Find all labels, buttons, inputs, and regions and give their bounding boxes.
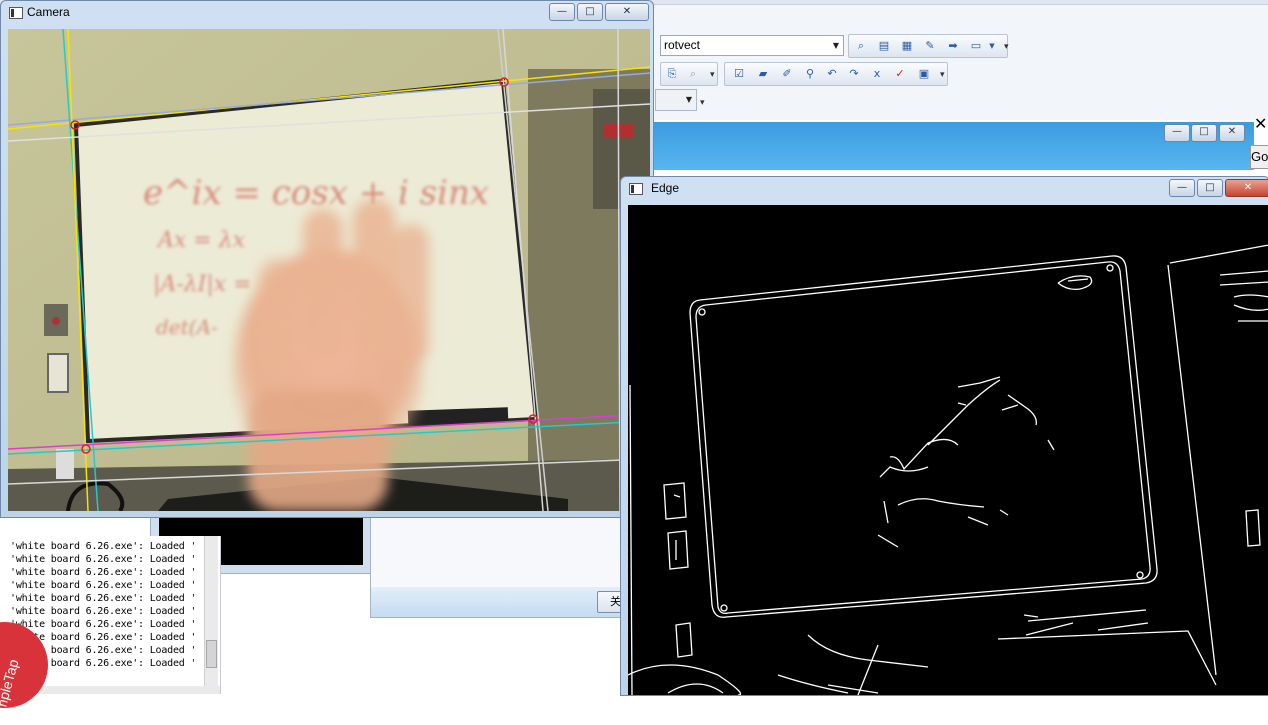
checklist-icon[interactable]: ☑ bbox=[731, 67, 747, 81]
output-line: 'white board 6.26.exe': Loaded ' bbox=[10, 554, 197, 565]
minimize-button[interactable]: — bbox=[549, 3, 575, 21]
maximize-button[interactable]: □ bbox=[1191, 124, 1217, 142]
startup-config-combo[interactable]: rotvect ▼ bbox=[660, 35, 844, 56]
spell-check-icon[interactable]: ✓ bbox=[892, 67, 908, 81]
minimize-button[interactable]: — bbox=[1164, 124, 1190, 142]
toolbar-overflow-icon[interactable]: ▾ bbox=[710, 70, 716, 80]
redo-icon[interactable]: ↷ bbox=[846, 67, 862, 81]
dialog-footer bbox=[371, 587, 623, 617]
svg-text:Ax = λx: Ax = λx bbox=[156, 228, 246, 253]
window-icon bbox=[629, 183, 643, 195]
command-window-icon[interactable]: ▭ bbox=[968, 39, 984, 53]
toolbar-group-middle: ☑ ▰ ✐ ⚲ ↶ ↷ x ✓ ▣ bbox=[724, 62, 948, 86]
maximize-button[interactable]: □ bbox=[1197, 179, 1223, 197]
open-folder-icon[interactable]: ▰ bbox=[755, 67, 771, 81]
camera-window[interactable]: Camera — □ ✕ e^ix = cosx + i sinx Ax = λ… bbox=[0, 0, 654, 518]
class-view-icon[interactable]: ▦ bbox=[899, 39, 915, 53]
zoom-icon[interactable]: ⌕ bbox=[685, 67, 701, 81]
output-line: 'white board 6.26.exe': Loaded ' bbox=[10, 567, 197, 578]
camera-feed: e^ix = cosx + i sinx Ax = λx |A-λI|x = d… bbox=[8, 29, 650, 511]
svg-text:|A-λI|x =: |A-λI|x = bbox=[153, 272, 252, 297]
find-in-files-icon[interactable]: ⌕ bbox=[853, 39, 869, 53]
close-button[interactable]: ✕ bbox=[605, 3, 649, 21]
link-icon[interactable]: ⚲ bbox=[802, 67, 818, 81]
toolbar-overflow-icon[interactable]: ▾ bbox=[940, 70, 946, 80]
close-button[interactable]: ✕ bbox=[1219, 124, 1245, 142]
output-line: 'white board 6.26.exe': Loaded ' bbox=[10, 593, 197, 604]
background-window: — □ ✕ bbox=[650, 122, 1254, 170]
window-icon bbox=[9, 7, 23, 19]
toolbar-overflow-icon[interactable]: ▾ bbox=[700, 98, 706, 108]
window-title: Edge bbox=[651, 181, 680, 195]
svg-text:e^ix = cosx + i sinx: e^ix = cosx + i sinx bbox=[143, 173, 489, 213]
chevron-down-icon[interactable]: ▼ bbox=[682, 90, 696, 110]
dropdown-arrow-icon[interactable]: ▼ bbox=[984, 39, 1000, 53]
toolbar-group-top: ⌕ ▤ ▦ ✎ ➡ ▭ ▼ bbox=[848, 34, 1008, 58]
svg-text:det(A-: det(A- bbox=[156, 315, 218, 339]
output-line: 'white board 6.26.exe': Loaded ' bbox=[10, 619, 197, 630]
pages-icon[interactable]: ▣ bbox=[916, 67, 932, 81]
window-title: Camera bbox=[27, 5, 70, 19]
properties-icon[interactable]: ▤ bbox=[876, 39, 892, 53]
solution-platform-combo[interactable]: ▼ bbox=[655, 89, 697, 111]
combo-value: rotvect bbox=[664, 38, 701, 52]
edge-frame bbox=[628, 244, 1268, 695]
edge-window[interactable]: Edge — □ ✕ bbox=[620, 176, 1268, 696]
toolbar-overflow-icon[interactable]: ▾ bbox=[1004, 42, 1010, 52]
scrollbar-thumb[interactable] bbox=[206, 640, 217, 668]
undo-icon[interactable]: ↶ bbox=[824, 67, 840, 81]
variable-icon[interactable]: x bbox=[869, 67, 885, 81]
format-icon[interactable]: ⎘ bbox=[664, 67, 680, 81]
minimize-button[interactable]: — bbox=[1169, 179, 1195, 197]
simpletap-label: SimpleTap bbox=[0, 657, 22, 725]
close-button[interactable]: ✕ bbox=[1225, 179, 1268, 197]
output-line: 'white board 6.26.exe': Loaded ' bbox=[10, 580, 197, 591]
edge-detection-output bbox=[628, 205, 1268, 695]
start-icon[interactable]: ➡ bbox=[945, 39, 961, 53]
tools-icon[interactable]: ✎ bbox=[922, 39, 938, 53]
chevron-down-icon[interactable]: ▼ bbox=[829, 36, 843, 55]
go-button[interactable]: Go bbox=[1250, 145, 1268, 169]
pencil-icon[interactable]: ✐ bbox=[779, 67, 795, 81]
camera-frame: e^ix = cosx + i sinx Ax = λx |A-λI|x = d… bbox=[8, 29, 650, 511]
dialog-window: 关闭 bbox=[370, 512, 639, 618]
close-icon[interactable]: ✕ bbox=[1254, 116, 1268, 132]
output-line: 'white board 6.26.exe': Loaded ' bbox=[10, 541, 197, 552]
maximize-button[interactable]: □ bbox=[577, 3, 603, 21]
output-line: 'white board 6.26.exe': Loaded ' bbox=[10, 606, 197, 617]
